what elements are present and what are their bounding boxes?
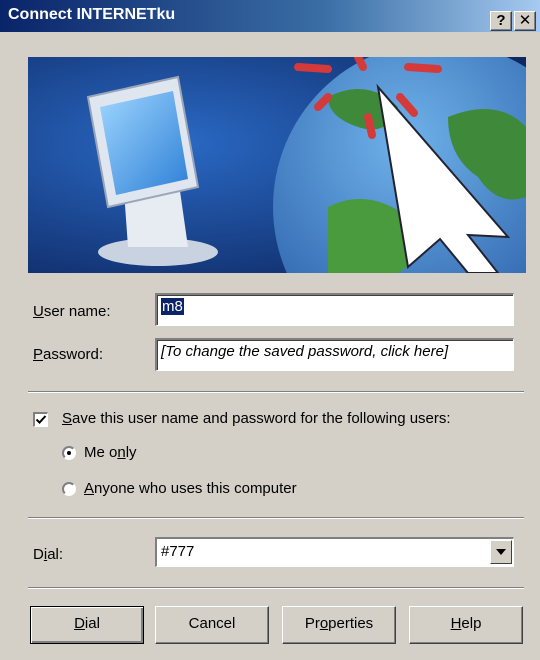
- user-name-input[interactable]: m8: [155, 293, 514, 326]
- dial-number-dropdown[interactable]: #777: [155, 537, 514, 567]
- dial-label: Dial:: [33, 546, 64, 563]
- properties-button[interactable]: Properties: [282, 606, 396, 644]
- dial-number-value: #777: [161, 543, 195, 560]
- password-label: Password:: [33, 346, 104, 363]
- cancel-button[interactable]: Cancel: [155, 606, 269, 644]
- dropdown-arrow-button[interactable]: [490, 540, 512, 564]
- user-name-label: User name:: [33, 303, 111, 320]
- password-input[interactable]: [To change the saved password, click her…: [155, 338, 514, 371]
- save-password-label[interactable]: Save this user name and password for the…: [62, 410, 451, 427]
- password-placeholder-text: [To change the saved password, click her…: [161, 343, 449, 360]
- close-icon: ✕: [518, 12, 532, 29]
- divider-bottom: [28, 587, 524, 589]
- checkmark-icon: [35, 415, 47, 424]
- help-icon: ?: [496, 12, 506, 29]
- chevron-down-icon: [496, 549, 506, 555]
- radio-me-only[interactable]: [62, 446, 76, 460]
- close-button[interactable]: ✕: [514, 11, 536, 31]
- window-title: Connect INTERNETku: [8, 6, 176, 23]
- divider-middle: [28, 517, 524, 519]
- radio-anyone-label[interactable]: Anyone who uses this computer: [84, 480, 297, 497]
- dialog-window: Connect INTERNETku ? ✕ User name: m8 Pas…: [0, 0, 540, 660]
- save-password-checkbox[interactable]: [33, 412, 48, 427]
- title-bar[interactable]: Connect INTERNETku ? ✕: [0, 0, 540, 32]
- banner-image: [28, 57, 526, 273]
- help-button[interactable]: Help: [409, 606, 523, 644]
- dial-button[interactable]: Dial: [30, 606, 144, 644]
- radio-selected-dot: [67, 451, 71, 455]
- help-title-button[interactable]: ?: [490, 11, 512, 31]
- radio-me-only-label[interactable]: Me only: [84, 444, 137, 461]
- radio-anyone[interactable]: [62, 482, 76, 496]
- divider-top: [28, 391, 524, 393]
- user-name-value: m8: [161, 298, 184, 315]
- computer-globe-icon: [28, 57, 526, 273]
